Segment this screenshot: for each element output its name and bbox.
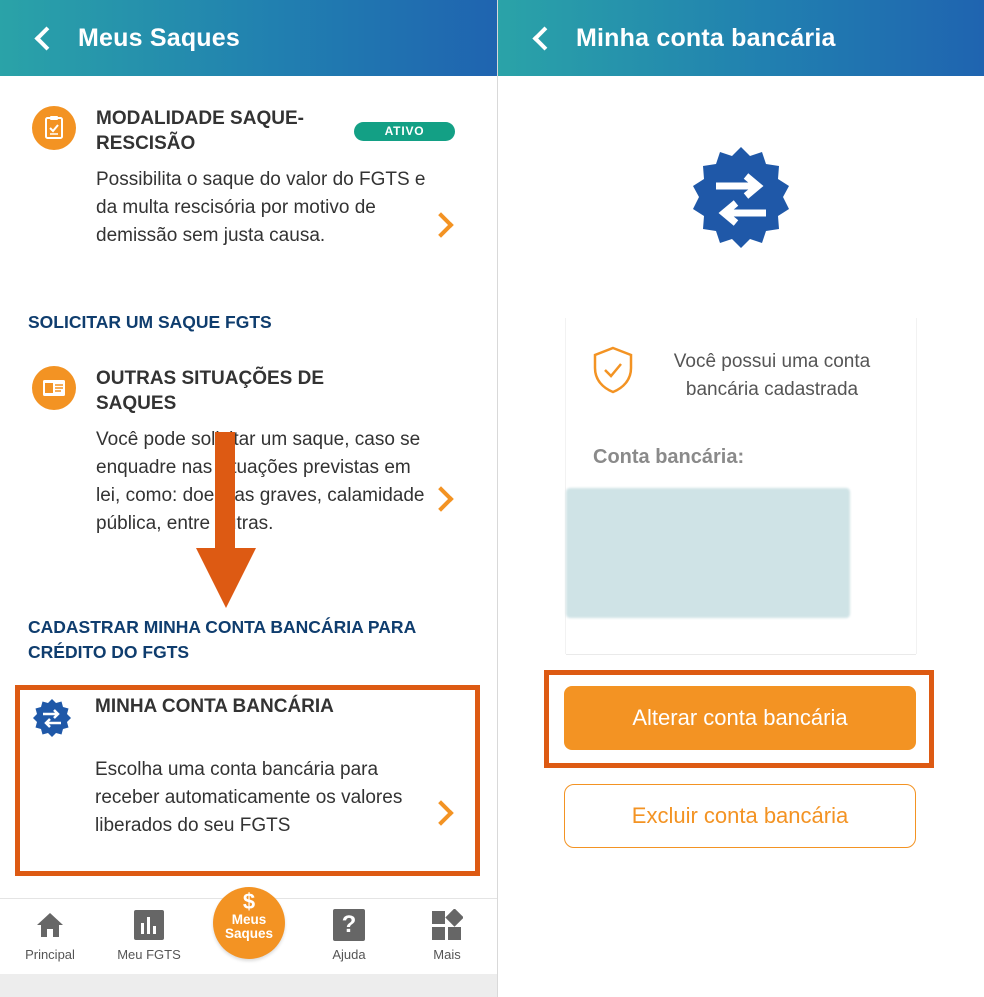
card-title: MODALIDADE SAQUE-RESCISÃO bbox=[96, 108, 304, 154]
transfer-arrows-icon bbox=[693, 147, 789, 248]
nav-label: Ajuda bbox=[332, 947, 366, 962]
chevron-right-icon[interactable] bbox=[432, 210, 454, 240]
header: Meus Saques bbox=[0, 0, 497, 76]
grid-icon bbox=[432, 909, 463, 940]
system-bar bbox=[0, 974, 497, 997]
nav-label: Mais bbox=[433, 947, 461, 962]
fab-label: Meus Saques bbox=[224, 912, 274, 941]
page-title: Minha conta bancária bbox=[576, 23, 836, 52]
meus-saques-screen: Meus Saques MODALIDADE SAQUE-RESCISÃO Po… bbox=[0, 0, 497, 997]
card-title: OUTRAS SITUAÇÕES DE SAQUES bbox=[96, 368, 325, 414]
section-title-cadastrar: CADASTRAR MINHA CONTA BANCÁRIA PARA CRÉD… bbox=[28, 617, 416, 662]
annotation-arrow bbox=[196, 432, 256, 608]
back-button[interactable] bbox=[530, 27, 552, 49]
nav-principal[interactable]: Principal bbox=[10, 909, 90, 962]
nav-meu-fgts[interactable]: Meu FGTS bbox=[109, 909, 189, 962]
bottom-navigation: Principal Meu FGTS $ Meus Saques ? Ajuda bbox=[0, 887, 497, 973]
status-badge: ATIVO bbox=[354, 122, 455, 141]
nav-meus-saques-fab[interactable]: $ Meus Saques bbox=[213, 887, 285, 959]
back-button[interactable] bbox=[32, 27, 54, 49]
section-title-solicitar: SOLICITAR UM SAQUE FGTS bbox=[28, 312, 272, 332]
alterar-conta-button[interactable]: Alterar conta bancária bbox=[564, 686, 916, 750]
bar-chart-icon bbox=[134, 910, 164, 940]
home-icon bbox=[37, 913, 63, 937]
card-description: Possibilita o saque do valor do FGTS e d… bbox=[96, 169, 426, 246]
nav-ajuda[interactable]: ? Ajuda bbox=[309, 909, 389, 962]
chevron-right-icon[interactable] bbox=[432, 484, 454, 514]
nav-mais[interactable]: Mais bbox=[407, 909, 487, 962]
question-icon: ? bbox=[333, 909, 365, 941]
account-label: Conta bancária: bbox=[593, 446, 745, 468]
excluir-conta-button[interactable]: Excluir conta bancária bbox=[564, 784, 916, 848]
page-title: Meus Saques bbox=[78, 23, 240, 52]
annotation-box bbox=[15, 685, 480, 876]
card-description: Você pode solicitar um saque, caso se en… bbox=[96, 429, 425, 534]
id-card-icon bbox=[32, 366, 76, 410]
minha-conta-bancaria-screen: Minha conta bancária Você possui uma con… bbox=[498, 0, 984, 997]
header: Minha conta bancária bbox=[498, 0, 984, 76]
info-text: Você possui uma conta bancária cadastrad… bbox=[673, 351, 871, 400]
shield-check-icon bbox=[593, 346, 633, 394]
account-panel: Você possui uma conta bancária cadastrad… bbox=[566, 318, 916, 654]
masked-account-details bbox=[566, 488, 850, 618]
nav-label: Principal bbox=[25, 947, 75, 962]
clipboard-icon bbox=[32, 106, 76, 150]
dollar-icon: $ bbox=[242, 889, 256, 914]
nav-label: Meu FGTS bbox=[117, 947, 181, 962]
